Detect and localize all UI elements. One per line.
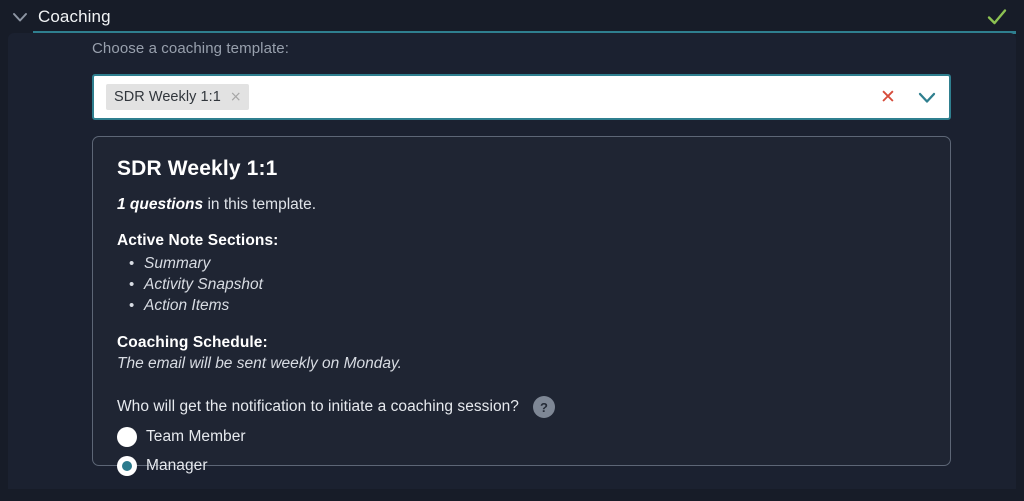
- selected-template-tag-label: SDR Weekly 1:1: [114, 89, 221, 105]
- check-icon[interactable]: [984, 4, 1010, 30]
- radio-icon-selected: [117, 456, 137, 477]
- combobox-actions: ✕: [871, 76, 949, 118]
- coaching-section-screen: Coaching Choose a coaching template: SDR…: [0, 0, 1024, 501]
- radio-option-team-member[interactable]: Team Member: [117, 427, 926, 448]
- section-header: Coaching: [0, 0, 1024, 33]
- question-count-suffix: in this template.: [203, 196, 316, 214]
- close-icon[interactable]: ×: [230, 90, 242, 104]
- notification-question-row: Who will get the notification to initiat…: [117, 396, 926, 419]
- page-title: Coaching: [38, 7, 111, 26]
- selected-template-tag[interactable]: SDR Weekly 1:1 ×: [106, 84, 249, 110]
- coaching-schedule-heading: Coaching Schedule:: [117, 334, 268, 352]
- coaching-schedule-text: The email will be sent weekly on Monday.: [117, 355, 402, 373]
- radio-icon: [117, 427, 137, 448]
- list-item: Action Items: [117, 296, 926, 316]
- question-count-line: 1 questions in this template.: [117, 196, 926, 214]
- question-count: 1 questions: [117, 196, 204, 214]
- help-icon[interactable]: ?: [532, 396, 555, 419]
- notification-question-label: Who will get the notification to initiat…: [117, 398, 519, 416]
- radio-option-manager[interactable]: Manager: [117, 456, 926, 477]
- template-select[interactable]: SDR Weekly 1:1 × ✕: [92, 74, 951, 120]
- radio-option-label: Manager: [146, 457, 208, 475]
- active-note-sections-heading: Active Note Sections:: [117, 232, 279, 250]
- template-title: SDR Weekly 1:1: [117, 157, 278, 180]
- list-item: Activity Snapshot: [117, 275, 926, 295]
- radio-option-label: Team Member: [146, 428, 246, 446]
- chevron-down-icon[interactable]: [905, 76, 949, 118]
- chevron-down-icon[interactable]: [0, 0, 40, 33]
- list-item: Summary: [117, 254, 926, 274]
- coaching-panel: Choose a coaching template: SDR Weekly 1…: [8, 33, 1016, 489]
- template-field-label: Choose a coaching template:: [92, 40, 289, 57]
- clear-icon[interactable]: ✕: [871, 76, 905, 118]
- template-detail-card: SDR Weekly 1:1 1 questions in this templ…: [92, 136, 951, 477]
- active-note-sections-list: Summary Activity Snapshot Action Items: [117, 254, 926, 316]
